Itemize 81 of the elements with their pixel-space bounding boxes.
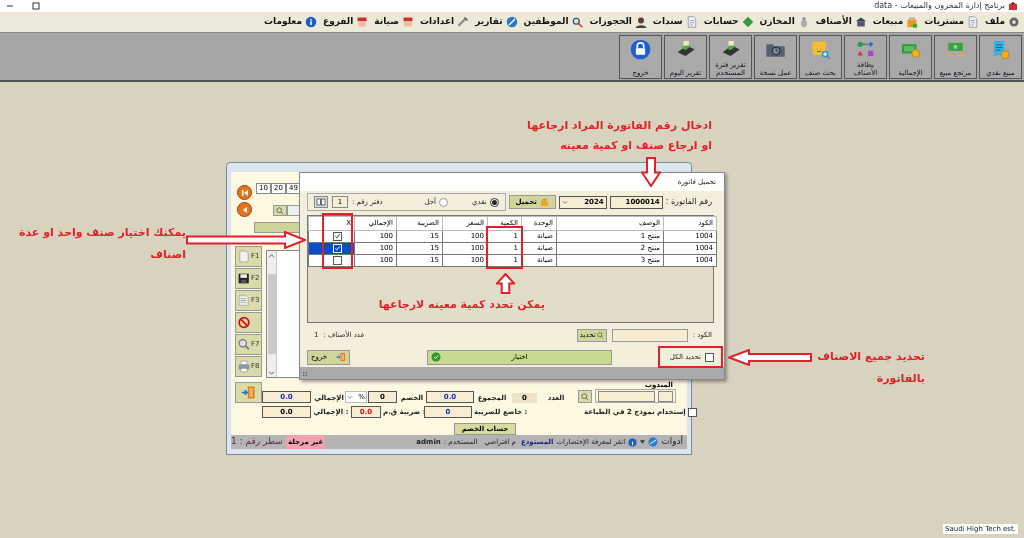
tools-menu[interactable]: أدوات xyxy=(661,435,683,449)
search-icon xyxy=(596,331,604,339)
menu-item[interactable]: سندات xyxy=(652,15,698,29)
search-icon xyxy=(581,392,589,401)
menu-item[interactable]: ملف xyxy=(985,15,1020,29)
annotation-text: يمكنك اختيار صنف واحد او عدة اصناف xyxy=(18,225,186,263)
diamond-icon xyxy=(741,16,754,28)
app-icon xyxy=(1008,1,1018,11)
lock-icon xyxy=(630,38,651,60)
wrench-icon xyxy=(457,16,470,28)
info-icon xyxy=(305,16,318,28)
resize-grip-icon xyxy=(302,371,309,378)
search-icon xyxy=(276,206,284,215)
menu-item[interactable]: المخازن xyxy=(759,15,810,29)
code-field[interactable] xyxy=(611,328,688,342)
magnifier-icon xyxy=(571,16,584,28)
menu-item[interactable]: مشتريات xyxy=(924,15,980,29)
checkbox[interactable] xyxy=(687,407,697,417)
shop-icon xyxy=(356,16,369,28)
line-number: سطر رقم : 1 xyxy=(231,435,283,449)
annotation-arrow xyxy=(496,273,515,294)
function-key-button[interactable] xyxy=(235,312,262,333)
document-icon xyxy=(685,16,698,28)
document-icon xyxy=(967,16,980,28)
highlight-frame xyxy=(486,226,523,269)
person-icon xyxy=(634,16,647,28)
menu-item[interactable]: الموظفين xyxy=(523,15,584,29)
scrollbar-thumb[interactable] xyxy=(267,274,276,354)
annotation-text: تحديد جميع الاصناف بالفاتورة xyxy=(816,349,925,387)
printer-icon xyxy=(238,359,250,374)
document-icon xyxy=(238,249,250,264)
radio-button[interactable] xyxy=(489,197,499,207)
menu-item[interactable]: تقارير xyxy=(475,15,518,29)
highlight-frame xyxy=(322,213,353,269)
menu-item[interactable]: اعدادات xyxy=(419,15,470,29)
chevron-up-icon xyxy=(268,253,275,258)
scrollbar[interactable] xyxy=(267,251,277,377)
annotation-text: ادخال رقم الفاتورة المراد ارجاعها او ارجاع صنف او كمية معينه xyxy=(526,118,712,154)
info-icon xyxy=(628,437,638,447)
menu-item[interactable]: حسابات xyxy=(703,15,754,29)
menu-item[interactable]: الفروع xyxy=(323,15,369,29)
input-field[interactable] xyxy=(598,390,655,402)
minimize-icon xyxy=(6,2,14,10)
highlight-frame xyxy=(658,346,723,368)
checkbox[interactable] xyxy=(333,256,342,265)
radio-button[interactable] xyxy=(439,197,448,207)
skip-back-icon xyxy=(240,188,249,197)
caret-icon xyxy=(640,440,646,444)
maximize-icon xyxy=(32,2,40,10)
exit-door-icon xyxy=(336,352,346,362)
chevron-down-icon xyxy=(561,200,568,204)
no-entry-icon xyxy=(238,315,250,330)
folder-icon xyxy=(539,197,549,207)
window-title: برنامج إدارة المخزون والمبيعات - data xyxy=(874,0,1005,12)
house-icon xyxy=(854,16,867,28)
search-button[interactable] xyxy=(578,390,592,403)
menu-item[interactable]: مبيعات xyxy=(872,15,919,29)
checkbox[interactable] xyxy=(705,352,714,362)
menu-item[interactable]: الحجوزات xyxy=(589,15,647,29)
menu-item[interactable]: معلومات xyxy=(264,15,318,29)
exit-door-icon xyxy=(241,385,256,400)
chevron-down-icon xyxy=(268,370,275,375)
chevron-down-icon xyxy=(347,395,353,399)
book-icon xyxy=(316,198,326,206)
gear-icon xyxy=(1008,16,1020,28)
navigation-button[interactable] xyxy=(237,202,252,217)
search-button[interactable] xyxy=(273,205,287,216)
shopping-bag-icon xyxy=(906,16,919,28)
annotation-text: يمكن تحدد كمية معينه لارجاعها xyxy=(377,298,545,312)
shop-icon xyxy=(401,16,414,28)
input-field[interactable] xyxy=(658,390,673,402)
menu-item[interactable]: الأصناف xyxy=(815,15,867,29)
menu-item[interactable]: صيانة xyxy=(374,15,414,29)
checkbox[interactable] xyxy=(333,232,342,241)
navigation-button[interactable] xyxy=(237,185,252,200)
exit-button[interactable] xyxy=(235,382,262,403)
document-lines-icon xyxy=(238,293,250,308)
magnifier-icon xyxy=(238,337,250,352)
field-label: رقم الفاتورة : xyxy=(665,196,712,208)
check-circle-icon xyxy=(431,352,441,362)
book-button[interactable] xyxy=(314,196,328,208)
